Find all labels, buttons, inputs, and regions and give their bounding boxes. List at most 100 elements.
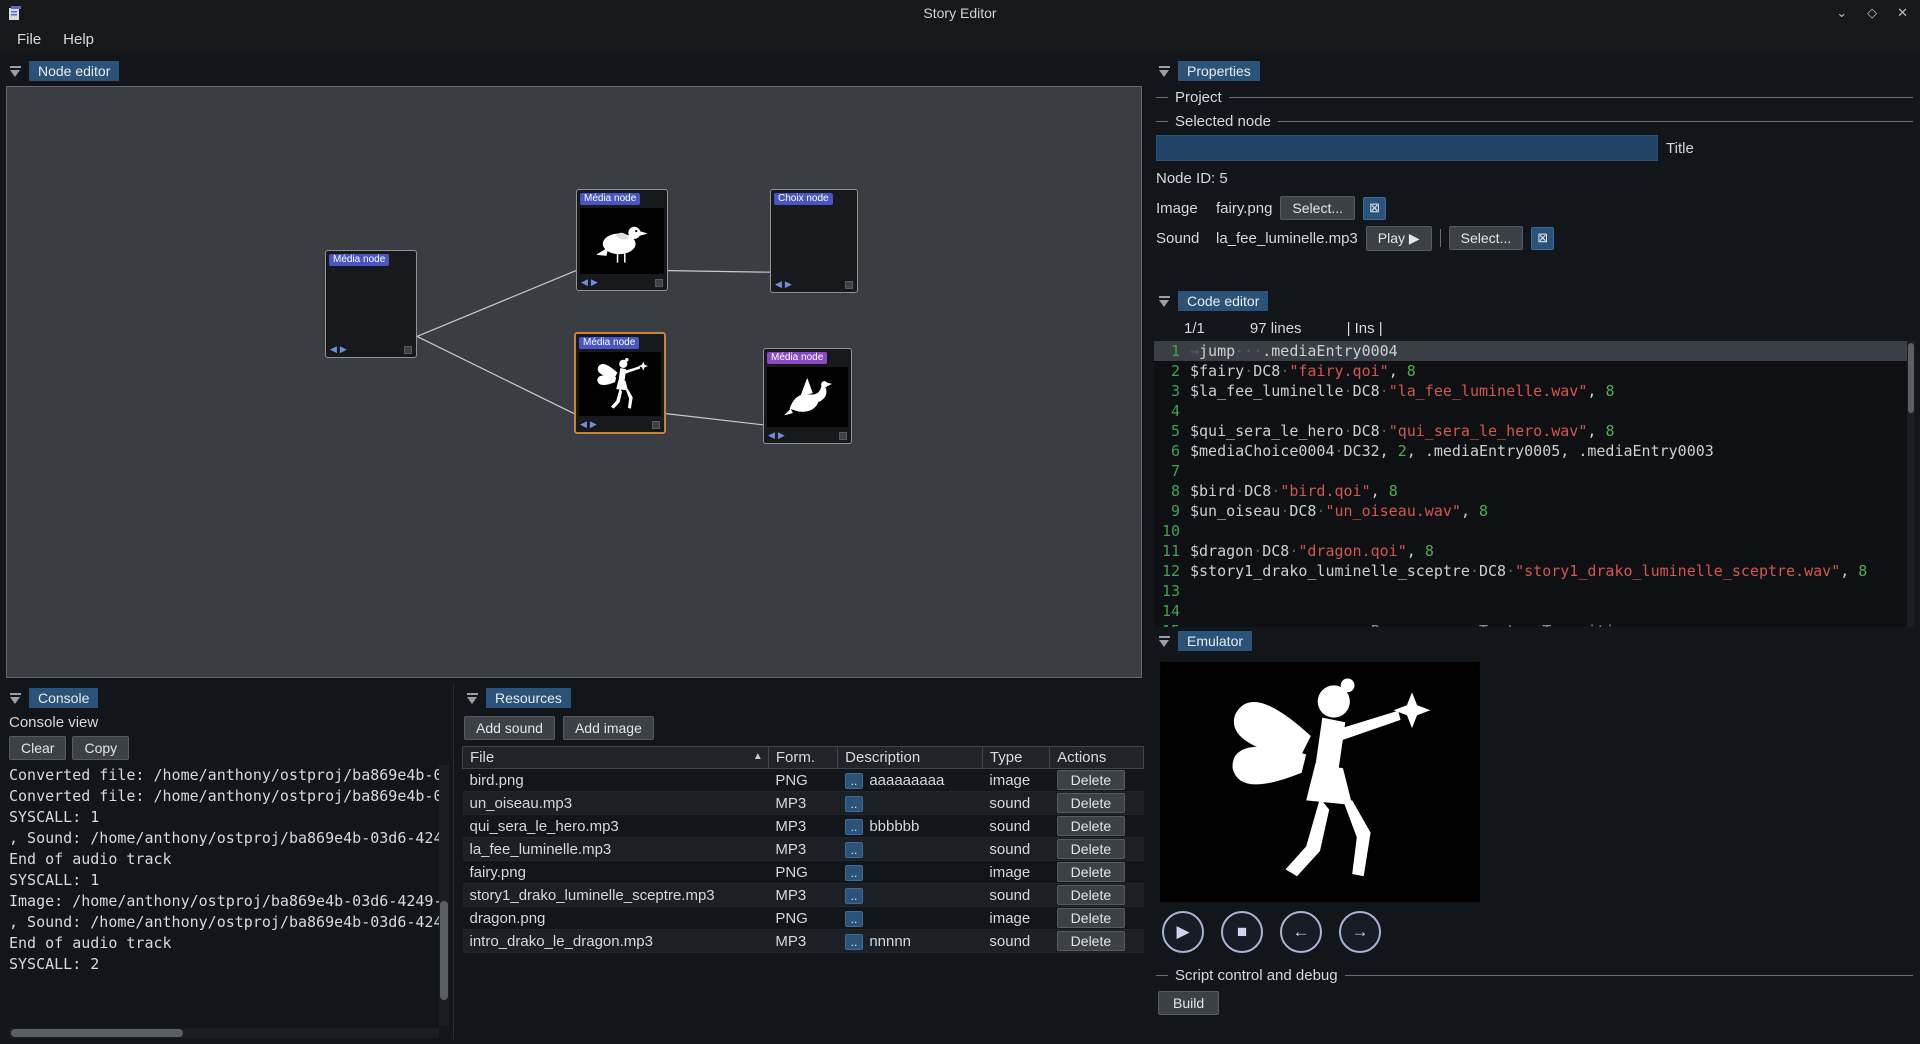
file-name: bird.png [463, 769, 769, 792]
column-header-actions[interactable]: Actions [1050, 747, 1144, 769]
node-port-controls[interactable]: ◀▶ [577, 277, 667, 290]
column-header-description[interactable]: Description [838, 747, 983, 769]
build-button[interactable]: Build [1158, 991, 1219, 1015]
collapse-icon[interactable] [1158, 635, 1171, 648]
step-forward-button[interactable]: → [1339, 911, 1381, 953]
title-input[interactable] [1156, 135, 1658, 161]
copy-button[interactable]: Copy [72, 736, 129, 760]
resource-row[interactable]: qui_sera_le_hero.mp3MP3..bbbbbbsoundDele… [463, 815, 1144, 838]
prev-port-icon[interactable]: ◀ [580, 419, 587, 430]
code-line[interactable]: 8$bird·DC8·"bird.qoi", 8 [1154, 481, 1915, 501]
code-editor-area[interactable]: 1→jump···.mediaEntry00042$fairy·DC8·"fai… [1154, 341, 1915, 627]
collapse-icon[interactable] [9, 692, 22, 705]
edit-description-button[interactable]: .. [845, 842, 864, 858]
code-line[interactable]: 2$fairy·DC8·"fairy.qoi", 8 [1154, 361, 1915, 381]
resource-row[interactable]: dragon.pngPNG..imageDelete [463, 907, 1144, 930]
console-vscrollbar[interactable] [439, 765, 449, 1026]
code-line[interactable]: 6$mediaChoice0004·DC32, 2, .mediaEntry00… [1154, 441, 1915, 461]
maximize-icon[interactable]: ◇ [1867, 5, 1877, 21]
next-port-icon[interactable]: ▶ [590, 419, 597, 430]
node-port-controls[interactable]: ◀▶ [764, 430, 851, 443]
edit-description-button[interactable]: .. [845, 819, 864, 835]
node-port-controls[interactable]: ◀▶ [326, 344, 416, 357]
resource-row[interactable]: la_fee_luminelle.mp3MP3..soundDelete [463, 838, 1144, 861]
sound-select-button[interactable]: Select... [1449, 226, 1524, 250]
image-clear-icon[interactable]: ⊠ [1363, 197, 1386, 220]
sound-clear-icon[interactable]: ⊠ [1531, 227, 1554, 250]
resource-row[interactable]: fairy.pngPNG..imageDelete [463, 861, 1144, 884]
resource-row[interactable]: un_oiseau.mp3MP3..soundDelete [463, 792, 1144, 815]
image-select-button[interactable]: Select... [1280, 196, 1355, 220]
node-graph-canvas[interactable]: Média node◀▶ Média node◀▶ Choix node◀▶ Médi… [6, 86, 1142, 678]
minimize-icon[interactable]: ⌄ [1836, 5, 1847, 21]
delete-button[interactable]: Delete [1057, 793, 1125, 813]
edit-description-button[interactable]: .. [845, 911, 864, 927]
step-back-button[interactable]: ← [1280, 911, 1322, 953]
collapse-icon[interactable] [1158, 295, 1171, 308]
delete-button[interactable]: Delete [1057, 816, 1125, 836]
code-line[interactable]: 11$dragon·DC8·"dragon.qoi", 8 [1154, 541, 1915, 561]
edit-description-button[interactable]: .. [845, 773, 864, 789]
code-line[interactable]: 9$un_oiseau·DC8·"un_oiseau.wav", 8 [1154, 501, 1915, 521]
delete-button[interactable]: Delete [1057, 839, 1125, 859]
menu-help[interactable]: Help [52, 28, 105, 51]
next-port-icon[interactable]: ▶ [785, 279, 792, 290]
line-number: 14 [1154, 601, 1190, 621]
column-header-type[interactable]: Type [982, 747, 1049, 769]
delete-button[interactable]: Delete [1057, 770, 1125, 790]
delete-button[interactable]: Delete [1057, 908, 1125, 928]
code-line[interactable]: 1→jump···.mediaEntry0004 [1154, 341, 1915, 361]
delete-button[interactable]: Delete [1057, 931, 1125, 951]
code-line[interactable]: 4 [1154, 401, 1915, 421]
code-line[interactable]: 3$la_fee_luminelle·DC8·"la_fee_luminelle… [1154, 381, 1915, 401]
next-port-icon[interactable]: ▶ [591, 277, 598, 288]
clear-button[interactable]: Clear [9, 736, 66, 760]
stop-button[interactable]: ■ [1221, 911, 1263, 953]
delete-button[interactable]: Delete [1057, 862, 1125, 882]
code-line[interactable]: 10 [1154, 521, 1915, 541]
graph-node-fairy[interactable]: Média node◀▶ [574, 332, 666, 434]
graph-node-bird[interactable]: Média node◀▶ [576, 189, 668, 291]
resource-row[interactable]: intro_drako_le_dragon.mp3MP3..nnnnnsound… [463, 930, 1144, 953]
node-port-controls[interactable]: ◀▶ [576, 419, 664, 432]
edit-description-button[interactable]: .. [845, 888, 864, 904]
graph-node-dragon[interactable]: Média node◀▶ [763, 348, 852, 444]
resource-row[interactable]: story1_drako_luminelle_sceptre.mp3MP3..s… [463, 884, 1144, 907]
code-line[interactable]: 7 [1154, 461, 1915, 481]
prev-port-icon[interactable]: ◀ [775, 279, 782, 290]
file-format: MP3 [768, 884, 837, 907]
collapse-icon[interactable] [9, 65, 22, 78]
menu-file[interactable]: File [6, 28, 52, 51]
close-icon[interactable]: ✕ [1897, 5, 1908, 21]
delete-button[interactable]: Delete [1057, 885, 1125, 905]
add-sound-button[interactable]: Add sound [464, 716, 555, 740]
graph-node-choice[interactable]: Choix node◀▶ [770, 189, 858, 293]
prev-port-icon[interactable]: ◀ [330, 344, 337, 355]
graph-node-start[interactable]: Média node◀▶ [325, 250, 417, 358]
code-line[interactable]: 13 [1154, 581, 1915, 601]
column-header-format[interactable]: Form. [768, 747, 837, 769]
code-line[interactable]: 14 [1154, 601, 1915, 621]
column-header-file[interactable]: File▲ [463, 747, 769, 769]
description-cell: ..nnnnn [838, 930, 983, 953]
code-line[interactable]: 15 Personnage, Texte, Transitions [1154, 621, 1915, 627]
collapse-icon[interactable] [1158, 65, 1171, 78]
next-port-icon[interactable]: ▶ [778, 430, 785, 441]
add-image-button[interactable]: Add image [563, 716, 654, 740]
code-vscrollbar[interactable] [1907, 341, 1915, 627]
node-port-controls[interactable]: ◀▶ [771, 279, 857, 292]
console-hscrollbar[interactable] [9, 1028, 439, 1038]
code-line[interactable]: 5$qui_sera_le_hero·DC8·"qui_sera_le_hero… [1154, 421, 1915, 441]
prev-port-icon[interactable]: ◀ [768, 430, 775, 441]
sound-play-button[interactable]: Play ▶ [1366, 226, 1432, 251]
edit-description-button[interactable]: .. [845, 865, 864, 881]
console-panel: Console Console view Clear Copy Converte… [5, 684, 454, 1040]
next-port-icon[interactable]: ▶ [340, 344, 347, 355]
code-line[interactable]: 12$story1_drako_luminelle_sceptre·DC8·"s… [1154, 561, 1915, 581]
play-button[interactable]: ▶ [1162, 911, 1204, 953]
edit-description-button[interactable]: .. [845, 934, 864, 950]
edit-description-button[interactable]: .. [845, 796, 864, 812]
prev-port-icon[interactable]: ◀ [581, 277, 588, 288]
collapse-icon[interactable] [466, 692, 479, 705]
resource-row[interactable]: bird.pngPNG..aaaaaaaaaimageDelete [463, 769, 1144, 792]
